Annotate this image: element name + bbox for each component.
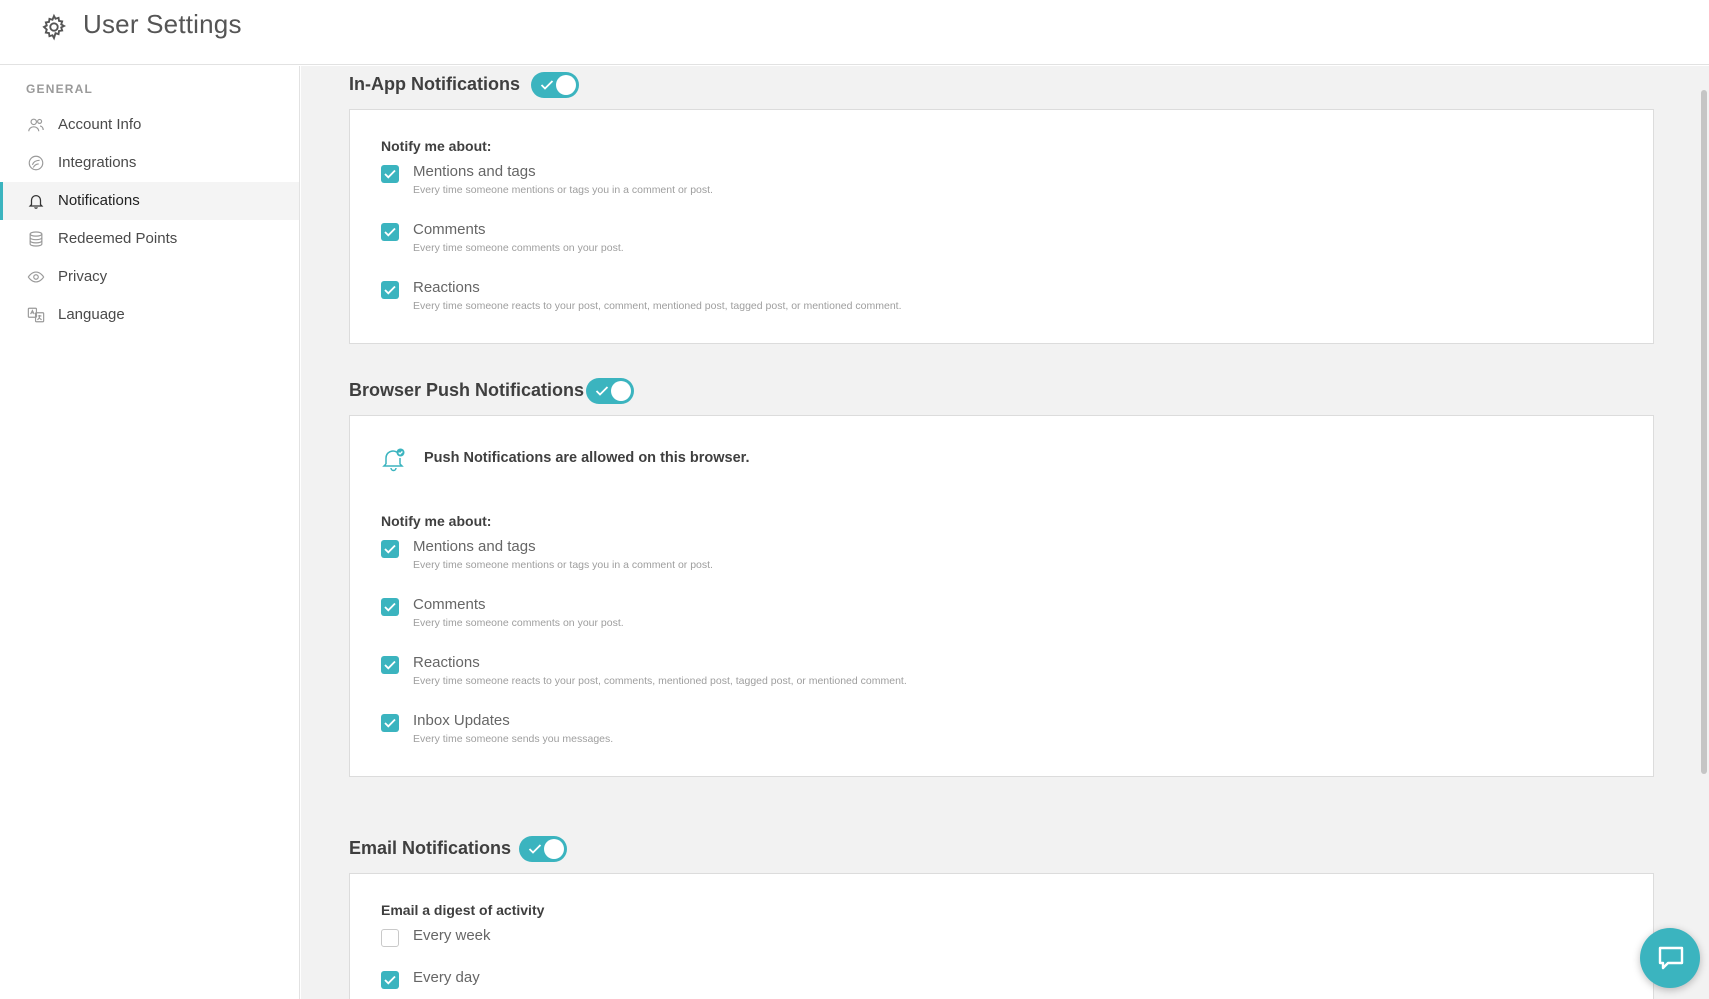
browser-push-toggle[interactable] <box>586 378 634 404</box>
page-title: User Settings <box>83 9 242 39</box>
option-description: Every time someone comments on your post… <box>413 242 624 254</box>
check-icon <box>540 80 554 90</box>
check-icon <box>595 386 609 396</box>
list-item: Reactions Every time someone reacts to y… <box>381 279 1381 323</box>
email-title: Email Notifications <box>349 838 512 858</box>
sidebar-item-redeemed-points[interactable]: Redeemed Points <box>0 220 299 258</box>
top-bar: User Settings <box>0 0 1709 65</box>
option-description: Every time someone mentions or tags you … <box>413 559 713 571</box>
in-app-section-header: In-App Notifications <box>349 74 520 95</box>
browser-push-section-header: Browser Push Notifications <box>349 380 584 401</box>
push-comments-checkbox[interactable] <box>381 598 399 616</box>
browser-push-title: Browser Push Notifications <box>349 380 585 400</box>
sidebar-item-label: Integrations <box>58 154 137 171</box>
push-reactions-checkbox[interactable] <box>381 656 399 674</box>
eye-icon <box>27 271 45 283</box>
scrollbar-thumb[interactable] <box>1701 90 1707 774</box>
comments-checkbox[interactable] <box>381 223 399 241</box>
list-item: Reactions Every time someone reacts to y… <box>381 654 1381 698</box>
sidebar-item-privacy[interactable]: Privacy <box>0 258 299 296</box>
push-status: Push Notifications are allowed on this b… <box>381 444 1081 474</box>
browser-push-card: Push Notifications are allowed on this b… <box>349 415 1654 777</box>
check-icon <box>528 844 542 854</box>
database-icon <box>29 231 43 247</box>
bell-check-icon <box>382 448 405 472</box>
notify-label: Notify me about: <box>381 513 492 529</box>
notify-label: Notify me about: <box>381 138 492 154</box>
push-status-text: Push Notifications are allowed on this b… <box>424 450 750 466</box>
mentions-checkbox[interactable] <box>381 165 399 183</box>
option-title: Mentions and tags <box>413 163 536 180</box>
option-title: Comments <box>413 596 486 613</box>
option-description: Every time someone comments on your post… <box>413 617 624 629</box>
in-app-toggle[interactable] <box>531 72 579 98</box>
bell-icon <box>28 194 44 209</box>
email-card: Email a digest of activity Every week Ev… <box>349 873 1654 999</box>
gear-icon <box>42 13 66 41</box>
sidebar-item-label: Notifications <box>58 192 140 209</box>
main-scrollbar[interactable] <box>1699 66 1709 999</box>
translate-icon <box>27 307 45 323</box>
option-description: Every time someone reacts to your post, … <box>413 675 907 687</box>
option-title: Every day <box>413 969 480 986</box>
sidebar-section-label: GENERAL <box>26 82 94 96</box>
reactions-checkbox[interactable] <box>381 281 399 299</box>
email-toggle[interactable] <box>519 836 567 862</box>
sidebar-item-notifications[interactable]: Notifications <box>0 182 299 220</box>
in-app-title: In-App Notifications <box>349 74 520 94</box>
list-item: Every day <box>381 969 1381 999</box>
option-title: Every week <box>413 927 491 944</box>
list-item: Comments Every time someone comments on … <box>381 221 1381 265</box>
option-title: Inbox Updates <box>413 712 510 729</box>
option-description: Every time someone reacts to your post, … <box>413 300 902 312</box>
list-item: Inbox Updates Every time someone sends y… <box>381 712 1381 756</box>
sidebar-item-integrations[interactable]: Integrations <box>0 144 299 182</box>
list-item: Mentions and tags Every time someone men… <box>381 163 1381 207</box>
chat-button[interactable] <box>1640 928 1700 988</box>
digest-label: Email a digest of activity <box>381 902 545 918</box>
sidebar: GENERAL Account Info Integrations Notifi… <box>0 66 300 999</box>
option-description: Every time someone sends you messages. <box>413 733 614 745</box>
email-section-header: Email Notifications <box>349 838 511 859</box>
list-item: Every week <box>381 927 1381 971</box>
users-icon <box>28 118 44 132</box>
sidebar-item-label: Redeemed Points <box>58 230 178 247</box>
push-inbox-checkbox[interactable] <box>381 714 399 732</box>
integrations-icon <box>28 155 44 171</box>
in-app-card: Notify me about: Mentions and tags Every… <box>349 109 1654 344</box>
sidebar-item-label: Privacy <box>58 268 108 285</box>
list-item: Mentions and tags Every time someone men… <box>381 538 1381 582</box>
every-day-checkbox[interactable] <box>381 971 399 989</box>
sidebar-item-account-info[interactable]: Account Info <box>0 106 299 144</box>
every-week-checkbox[interactable] <box>381 929 399 947</box>
chat-icon <box>1658 946 1684 970</box>
option-title: Mentions and tags <box>413 538 536 555</box>
sidebar-item-label: Language <box>58 306 125 323</box>
option-title: Reactions <box>413 279 480 296</box>
sidebar-item-language[interactable]: Language <box>0 296 299 334</box>
sidebar-item-label: Account Info <box>58 116 142 133</box>
option-description: Every time someone mentions or tags you … <box>413 184 713 196</box>
list-item: Comments Every time someone comments on … <box>381 596 1381 640</box>
option-title: Reactions <box>413 654 480 671</box>
option-title: Comments <box>413 221 486 238</box>
main-content: In-App Notifications Notify me about: Me… <box>301 66 1709 999</box>
push-mentions-checkbox[interactable] <box>381 540 399 558</box>
